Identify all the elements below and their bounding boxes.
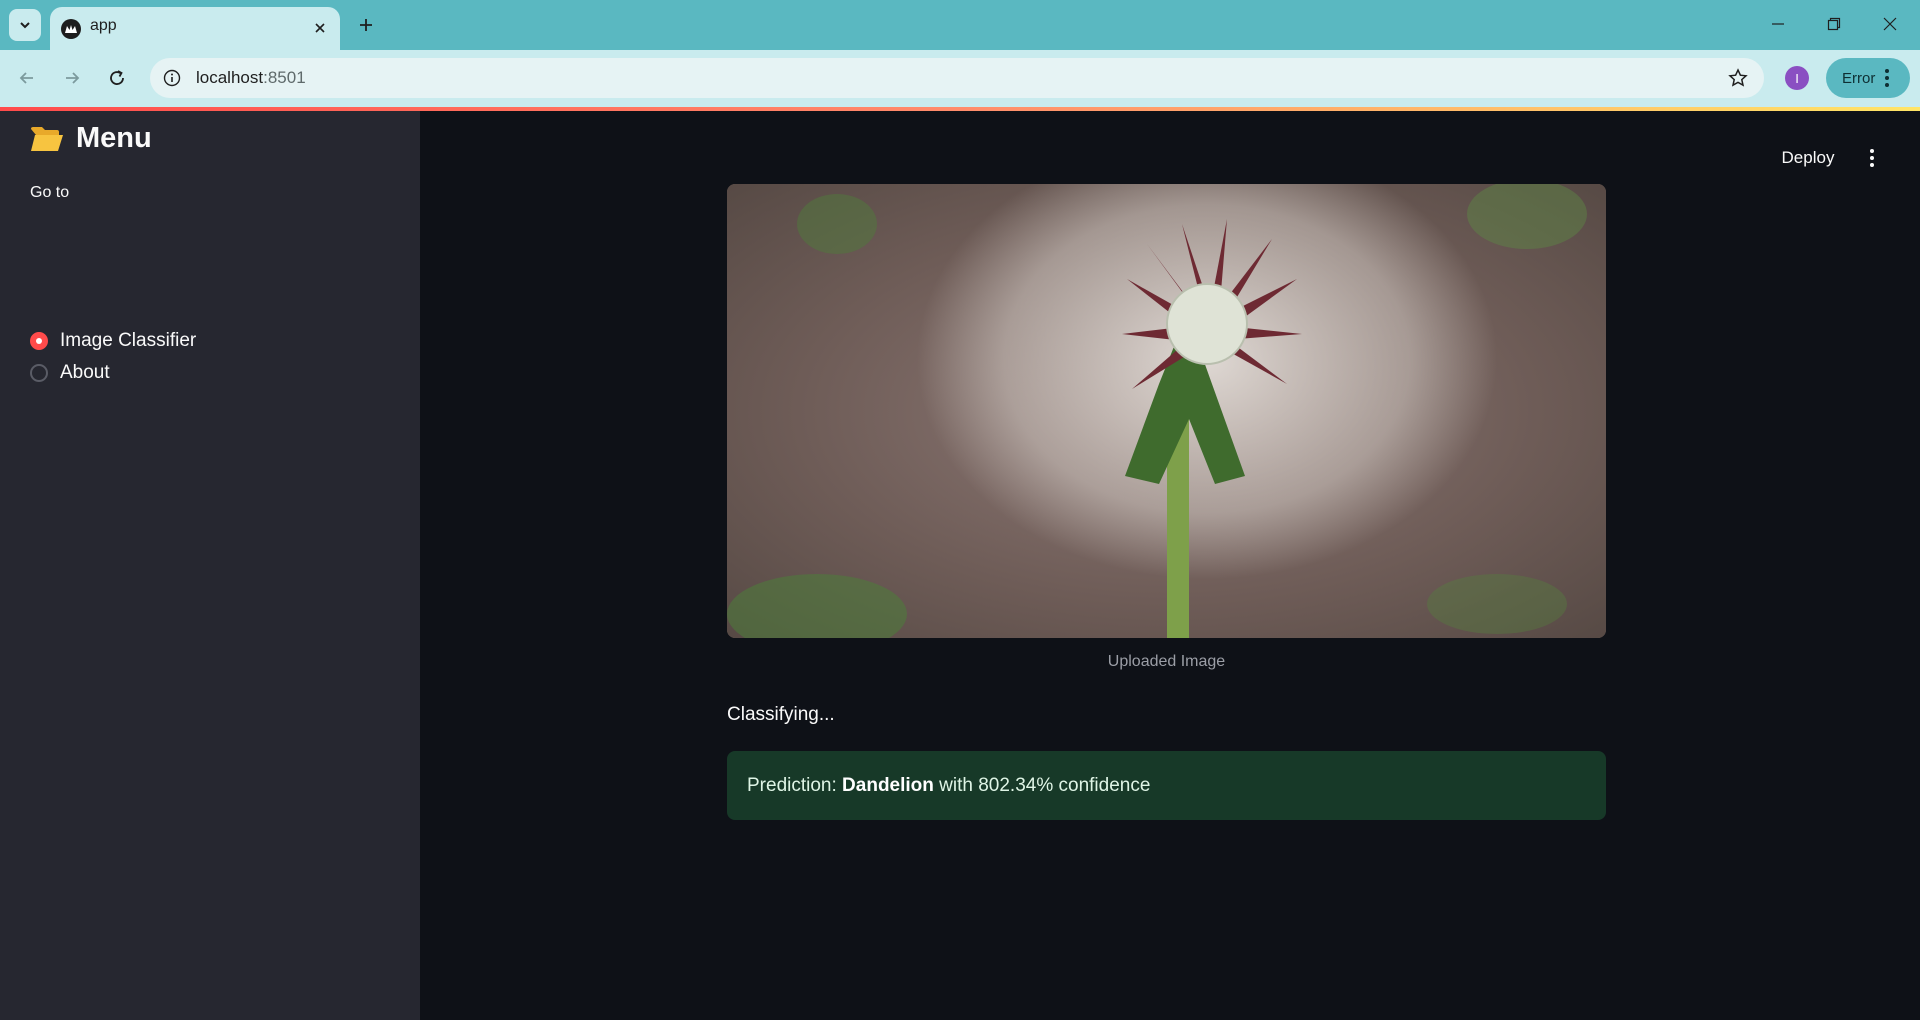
success-alert: Prediction: Dandelion with 802.34% confi… [727,751,1606,820]
bookmark-star-icon[interactable] [1726,66,1750,90]
browser-toolbar: localhost:8501 I Error [0,50,1920,107]
reload-icon [110,70,124,85]
restore-button[interactable] [1806,0,1862,48]
reload-button[interactable] [101,62,133,94]
restore-icon [1827,17,1841,31]
open-folder-icon [30,125,64,153]
radio-unselected-icon[interactable] [30,364,48,382]
browser-error-menu-button[interactable]: Error [1826,58,1910,98]
browser-tab-strip: app [0,0,1920,50]
url-text: localhost:8501 [196,68,306,88]
navigation-radio-label: Go to [30,184,70,201]
more-vert-icon [1870,149,1874,153]
radio-option-image-classifier[interactable]: Image Classifier [30,330,196,352]
plus-icon [360,19,372,31]
prediction-suffix: with 802.34% confidence [933,774,1151,796]
site-info-icon[interactable] [160,66,184,90]
arrow-left-icon [19,72,33,84]
tab-title: app [90,17,117,34]
address-bar[interactable]: localhost:8501 [150,58,1764,98]
sidebar [0,111,420,1020]
radio-option-about[interactable]: About [30,362,110,384]
image-caption: Uploaded Image [1107,653,1226,670]
close-icon [1883,17,1897,31]
prediction-message: Prediction: Dandelion with 802.34% confi… [747,775,1150,797]
minimize-icon [1772,23,1784,25]
url-host: localhost [196,68,264,87]
profile-avatar[interactable]: I [1785,66,1809,90]
close-window-button[interactable] [1862,0,1918,48]
uploaded-image [727,184,1606,638]
minimize-button[interactable] [1750,0,1806,48]
tab-search-button[interactable] [9,9,41,41]
close-icon [315,23,325,33]
radio-selected-icon[interactable] [30,332,48,350]
forward-button[interactable] [56,62,88,94]
radio-option-label: Image Classifier [60,330,197,351]
error-label: Error [1842,69,1876,87]
sidebar-title-text: Menu [76,122,152,154]
radio-option-label: About [60,362,110,383]
chevron-down-icon [20,22,30,29]
prediction-class: Dandelion [842,774,934,796]
back-button[interactable] [11,62,43,94]
deploy-button[interactable]: Deploy [1764,141,1852,175]
tab-close-button[interactable] [308,16,332,40]
url-port: :8501 [263,68,306,87]
browser-tab[interactable]: app [50,7,340,50]
streamlit-favicon-icon [61,19,81,39]
more-vert-icon [1885,69,1890,87]
prediction-prefix: Prediction: [747,774,843,796]
arrow-right-icon [66,72,80,84]
new-tab-button[interactable] [350,9,382,41]
sidebar-title: Menu [30,122,152,155]
status-text: Classifying... [727,704,835,725]
main-menu-button[interactable] [1858,141,1886,175]
